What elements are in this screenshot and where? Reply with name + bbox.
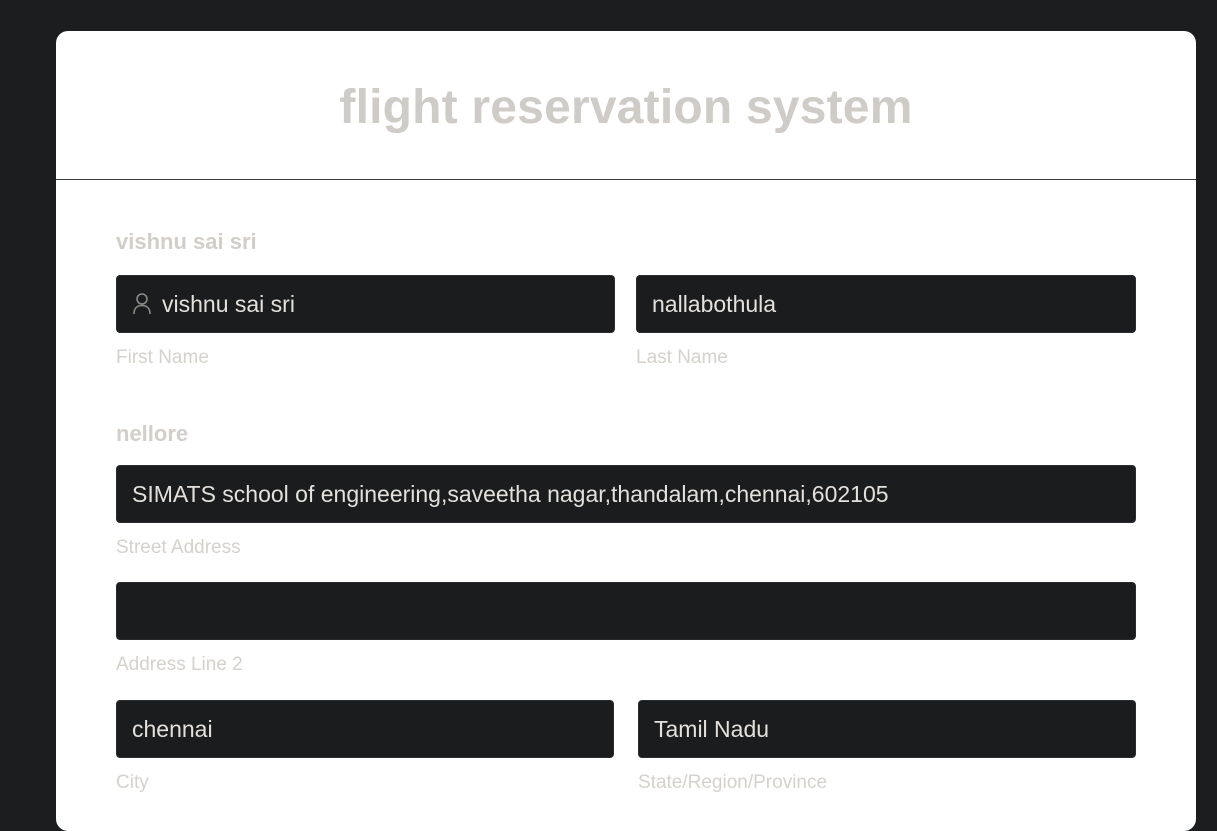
first-name-label: First Name bbox=[116, 347, 209, 368]
street-address-field[interactable]: SIMATS school of engineering,saveetha na… bbox=[116, 465, 1136, 523]
address-line2-field[interactable] bbox=[116, 582, 1136, 640]
user-icon bbox=[133, 293, 151, 315]
first-name-field[interactable]: vishnu sai sri bbox=[116, 275, 615, 333]
form-card: flight reservation system vishnu sai sri… bbox=[56, 31, 1196, 831]
address-section-label: nellore bbox=[116, 421, 189, 446]
city-value: chennai bbox=[132, 715, 213, 742]
state-label: State/Region/Province bbox=[638, 772, 828, 793]
street-address-label: Street Address bbox=[116, 537, 241, 558]
address-line2-label: Address Line 2 bbox=[116, 654, 243, 675]
form-header: flight reservation system bbox=[56, 31, 1196, 180]
first-name-value: vishnu sai sri bbox=[162, 290, 295, 317]
city-label: City bbox=[116, 772, 149, 793]
state-field[interactable]: Tamil Nadu bbox=[638, 700, 1136, 758]
page-title: flight reservation system bbox=[339, 80, 913, 134]
street-address-value: SIMATS school of engineering,saveetha na… bbox=[132, 480, 889, 507]
last-name-label: Last Name bbox=[636, 347, 728, 368]
state-value: Tamil Nadu bbox=[654, 715, 770, 742]
city-field[interactable]: chennai bbox=[116, 700, 614, 758]
name-section-label: vishnu sai sri bbox=[116, 229, 257, 254]
last-name-field[interactable]: nallabothula bbox=[636, 275, 1136, 333]
last-name-value: nallabothula bbox=[652, 290, 777, 317]
